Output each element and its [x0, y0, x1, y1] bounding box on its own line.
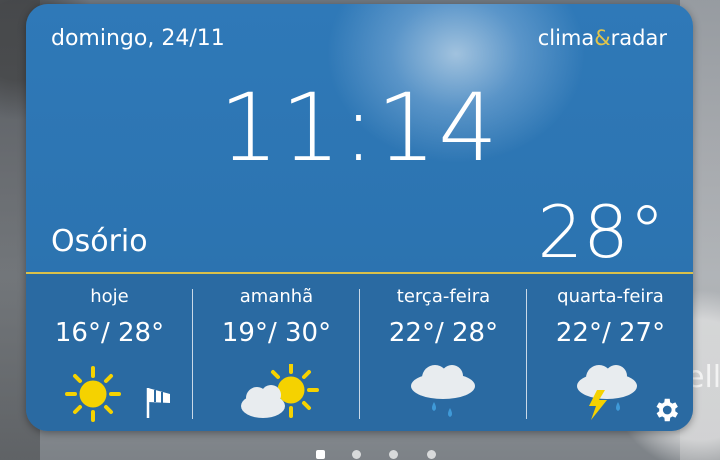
current-temperature: 28° [537, 190, 665, 274]
sun-cloud-icon [241, 362, 319, 418]
sun-icon [65, 366, 170, 422]
page-indicator-dot[interactable] [427, 450, 436, 459]
forecast-temp-range: 22°/ 27° [555, 318, 666, 348]
forecast-temp-range: 16°/ 28° [54, 318, 165, 348]
forecast-day-amanha[interactable]: amanhã 19°/ 30° [193, 274, 360, 431]
forecast-temp-range: 19°/ 30° [221, 318, 332, 348]
brand-logo-part-clima: clima [537, 26, 595, 50]
page-indicator-home-dot[interactable] [316, 450, 325, 459]
forecast-day-label: quarta-feira [557, 286, 664, 307]
date-label: domingo, 24/11 [51, 26, 225, 51]
page-indicator-dot[interactable] [352, 450, 361, 459]
weather-widget[interactable]: domingo, 24/11 clima&radar 11:14 Osório … [26, 4, 693, 431]
forecast-icon [360, 364, 527, 424]
forecast-temp-range: 22°/ 28° [388, 318, 499, 348]
forecast-icon [193, 362, 360, 424]
page-indicator-dot[interactable] [389, 450, 398, 459]
gear-icon[interactable] [651, 395, 681, 425]
forecast-icon [26, 364, 193, 424]
windsock-icon [146, 388, 170, 418]
brand-logo-ampersand: & [594, 26, 611, 50]
page-indicator[interactable] [0, 446, 720, 460]
clock-time[interactable]: 11:14 [26, 74, 693, 183]
forecast-day-label: hoje [90, 286, 129, 307]
brand-logo-part-radar: radar [610, 26, 667, 50]
forecast-day-terca-feira[interactable]: terça-feira 22°/ 28° [360, 274, 527, 431]
brand-logo: clima&radar [538, 26, 667, 50]
forecast-row: hoje 16°/ 28° amanhã 19°/ 30° terça-feir… [26, 274, 693, 431]
forecast-day-hoje[interactable]: hoje 16°/ 28° [26, 274, 193, 431]
forecast-day-label: amanhã [239, 286, 314, 307]
rain-cloud-icon [411, 365, 475, 417]
city-name: Osório [51, 224, 148, 259]
forecast-day-label: terça-feira [396, 286, 491, 307]
